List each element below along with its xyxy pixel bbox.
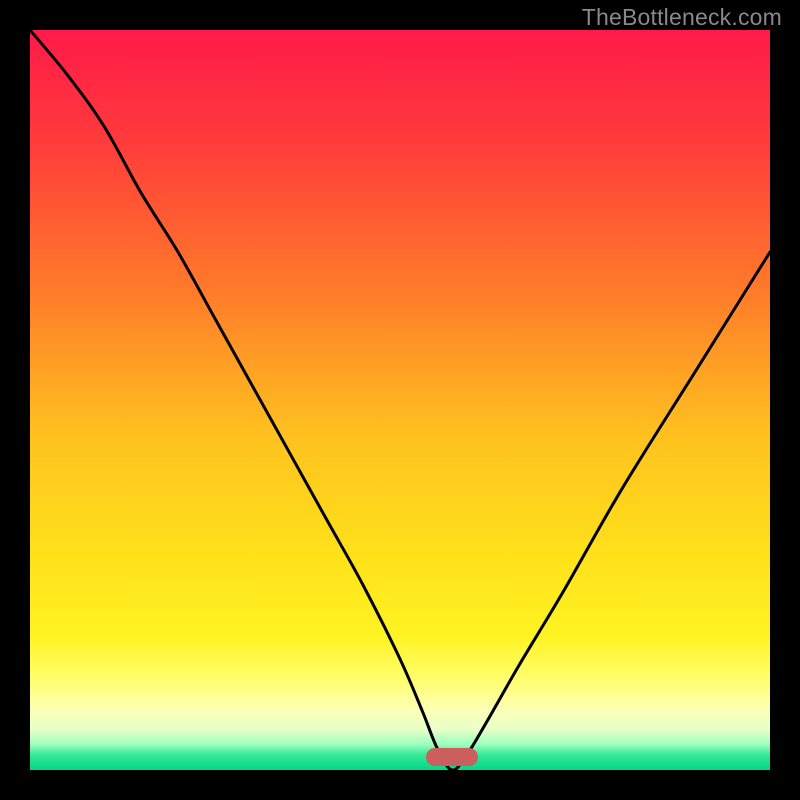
bottleneck-curve xyxy=(30,30,770,770)
optimum-marker xyxy=(426,748,478,766)
watermark-text: TheBottleneck.com xyxy=(582,4,782,31)
plot-area xyxy=(30,30,770,770)
